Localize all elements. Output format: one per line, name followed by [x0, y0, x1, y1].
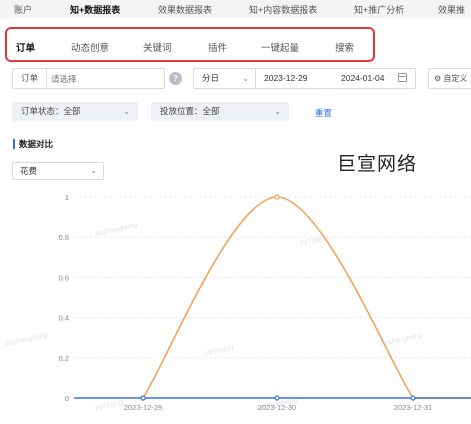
top-nav-item-zhi-report[interactable]: 知+数据报表 [70, 3, 120, 16]
data-point [140, 395, 146, 401]
x-tick-label: 2023-12-31 [394, 403, 432, 412]
y-tick-label: 0 [65, 394, 69, 403]
date-start-input[interactable]: 2023-12-29 [264, 73, 307, 83]
top-nav-item-effect-report[interactable]: 效果数据报表 [158, 3, 212, 16]
data-point [410, 395, 416, 401]
chevron-down-icon: ⌄ [242, 74, 249, 83]
help-icon[interactable]: ? [169, 72, 182, 85]
watermark-text: Jiuchanghong [94, 222, 138, 238]
date-end-input[interactable]: 2024-01-04 [341, 73, 384, 83]
y-tick-label: 0.8 [59, 233, 69, 242]
reset-link[interactable]: 重置 [315, 107, 332, 119]
y-tick-label: 0.2 [59, 354, 69, 363]
order-status-value: 订单状态：全部 [21, 106, 81, 116]
top-nav-item-effect-more[interactable]: 效果推 [438, 3, 465, 16]
chevron-down-icon: ⌄ [274, 107, 281, 116]
custom-columns-label: 自定义 [443, 74, 468, 83]
chevron-down-icon: ⌄ [123, 107, 130, 116]
top-nav-item-promo-analysis[interactable]: 知+推广分析 [354, 3, 404, 16]
chevron-down-icon: ⌄ [90, 166, 97, 175]
line-chart: Jiuchanghong 19778611 Jiuchanghong 19778611… [4, 193, 471, 413]
data-point [274, 395, 280, 401]
placement-value: 投放位置：全部 [160, 106, 220, 116]
y-tick-label: 1 [65, 193, 69, 202]
x-tick-label: 2023-12-30 [258, 403, 296, 412]
top-nav: 账户 知+数据报表 效果数据报表 知+内容数据报表 知+推广分析 效果推 [0, 0, 471, 18]
custom-columns-button[interactable]: ⚙ 自定义 [428, 68, 471, 89]
top-nav-item-content-report[interactable]: 知+内容数据报表 [249, 3, 317, 16]
filter-row: 订单 ? 分日 ⌄ 2023-12-29 2024-01-04 ⚙ 自定义 [0, 68, 471, 90]
top-nav-item-account[interactable]: 账户 [14, 3, 32, 16]
sub-tabs-highlight: 订单 动态创意 关键词 插件 一键起量 搜索 [5, 27, 375, 62]
section-title: 数据对比 [13, 139, 53, 149]
y-tick-label: 0.6 [59, 273, 69, 282]
tab-plugin[interactable]: 插件 [208, 40, 227, 54]
tab-search[interactable]: 搜索 [335, 40, 354, 54]
order-status-select[interactable]: 订单状态：全部 ⌄ [12, 102, 138, 121]
x-tick-label: 2023-12-29 [124, 403, 162, 412]
watermark-text: 19778611 [94, 400, 126, 413]
date-range-group: 分日 ⌄ 2023-12-29 2024-01-04 [193, 68, 416, 89]
order-input[interactable] [51, 69, 161, 88]
series-line-0 [142, 196, 471, 399]
order-label: 订单 [13, 69, 47, 88]
data-point [274, 194, 280, 200]
calendar-icon[interactable] [398, 73, 407, 82]
placement-select[interactable]: 投放位置：全部 ⌄ [151, 102, 289, 121]
watermark-text: Jiuchanghong [4, 332, 48, 348]
metric-select[interactable]: 花费 ⌄ [12, 162, 104, 180]
tab-dynamic-creative[interactable]: 动态创意 [71, 40, 109, 54]
y-tick-label: 0.4 [59, 314, 69, 323]
watermark-text: 19778611 [204, 345, 236, 358]
tab-one-click-boost[interactable]: 一键起量 [261, 40, 299, 54]
settings-icon: ⚙ [434, 74, 442, 83]
order-select[interactable]: 订单 [12, 68, 165, 89]
tab-keyword[interactable]: 关键词 [143, 40, 172, 54]
brand-watermark-text: 巨宣网络 [337, 154, 418, 175]
metric-value: 花费 [20, 166, 38, 176]
tab-order[interactable]: 订单 [16, 40, 35, 54]
granularity-select[interactable]: 分日 ⌄ [194, 69, 256, 88]
granularity-value: 分日 [202, 73, 220, 83]
